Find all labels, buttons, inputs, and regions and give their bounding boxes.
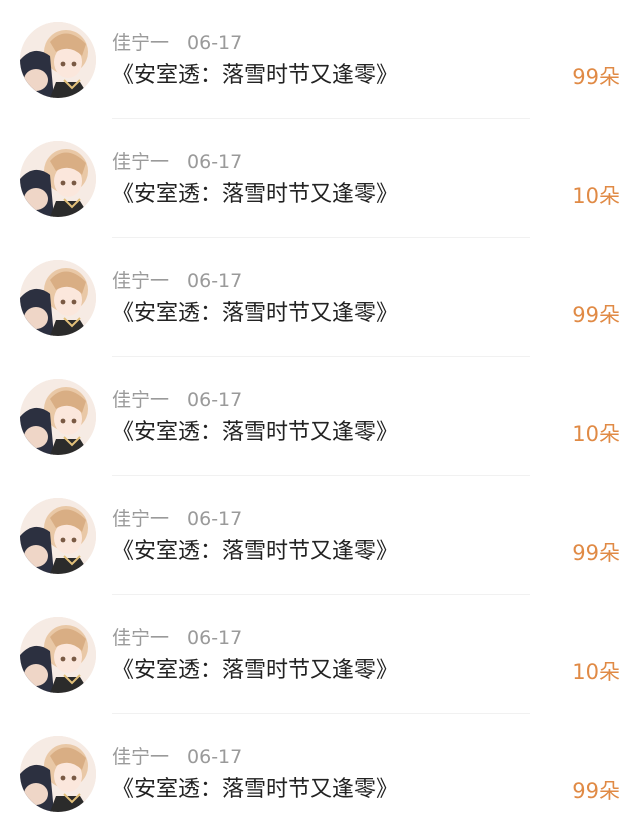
- item-title[interactable]: 《安室透：落雪时节又逢零》: [112, 298, 398, 330]
- list-item[interactable]: 佳宁一 06-17 《安室透：落雪时节又逢零》 99朵: [0, 476, 640, 595]
- item-title[interactable]: 《安室透：落雪时节又逢零》: [112, 774, 398, 806]
- item-meta: 佳宁一 06-17: [112, 149, 242, 175]
- avatar[interactable]: [20, 498, 96, 574]
- item-meta: 佳宁一 06-17: [112, 268, 242, 294]
- gift-count: 99朵: [572, 779, 620, 803]
- item-date: 06-17: [187, 627, 243, 649]
- user-name[interactable]: 佳宁一: [112, 746, 169, 768]
- item-date: 06-17: [187, 270, 243, 292]
- item-meta: 佳宁一 06-17: [112, 387, 242, 413]
- avatar-anime-icon: [20, 736, 96, 812]
- list-item[interactable]: 佳宁一 06-17 《安室透：落雪时节又逢零》 99朵: [0, 714, 640, 833]
- item-meta: 佳宁一 06-17: [112, 625, 242, 651]
- avatar-anime-icon: [20, 498, 96, 574]
- list-item[interactable]: 佳宁一 06-17 《安室透：落雪时节又逢零》 10朵: [0, 119, 640, 238]
- list-item[interactable]: 佳宁一 06-17 《安室透：落雪时节又逢零》 10朵: [0, 357, 640, 476]
- item-meta: 佳宁一 06-17: [112, 506, 242, 532]
- user-name[interactable]: 佳宁一: [112, 32, 169, 54]
- avatar[interactable]: [20, 22, 96, 98]
- avatar-anime-icon: [20, 260, 96, 336]
- gift-list: 佳宁一 06-17 《安室透：落雪时节又逢零》 99朵 佳宁一 06-17 《安室透…: [0, 0, 640, 837]
- gift-count: 10朵: [572, 184, 620, 208]
- item-date: 06-17: [187, 32, 243, 54]
- item-date: 06-17: [187, 151, 243, 173]
- list-item[interactable]: 佳宁一 06-17 《安室透：落雪时节又逢零》 99朵: [0, 238, 640, 357]
- gift-count: 10朵: [572, 422, 620, 446]
- gift-count: 99朵: [572, 65, 620, 89]
- avatar[interactable]: [20, 617, 96, 693]
- avatar[interactable]: [20, 736, 96, 812]
- user-name[interactable]: 佳宁一: [112, 151, 169, 173]
- item-meta: 佳宁一 06-17: [112, 744, 242, 770]
- avatar[interactable]: [20, 379, 96, 455]
- list-item[interactable]: 佳宁一 06-17 《安室透：落雪时节又逢零》 99朵: [0, 0, 640, 119]
- avatar-anime-icon: [20, 379, 96, 455]
- item-title[interactable]: 《安室透：落雪时节又逢零》: [112, 179, 398, 211]
- user-name[interactable]: 佳宁一: [112, 508, 169, 530]
- item-meta: 佳宁一 06-17: [112, 30, 242, 56]
- gift-count: 99朵: [572, 541, 620, 565]
- avatar[interactable]: [20, 260, 96, 336]
- item-date: 06-17: [187, 389, 243, 411]
- user-name[interactable]: 佳宁一: [112, 627, 169, 649]
- avatar-anime-icon: [20, 22, 96, 98]
- item-title[interactable]: 《安室透：落雪时节又逢零》: [112, 60, 398, 92]
- item-title[interactable]: 《安室透：落雪时节又逢零》: [112, 655, 398, 687]
- gift-count: 99朵: [572, 303, 620, 327]
- avatar-anime-icon: [20, 141, 96, 217]
- item-date: 06-17: [187, 508, 243, 530]
- user-name[interactable]: 佳宁一: [112, 389, 169, 411]
- item-title[interactable]: 《安室透：落雪时节又逢零》: [112, 417, 398, 449]
- item-date: 06-17: [187, 746, 243, 768]
- avatar-anime-icon: [20, 617, 96, 693]
- list-item[interactable]: 佳宁一 06-17 《安室透：落雪时节又逢零》 10朵: [0, 595, 640, 714]
- user-name[interactable]: 佳宁一: [112, 270, 169, 292]
- item-title[interactable]: 《安室透：落雪时节又逢零》: [112, 536, 398, 568]
- gift-count: 10朵: [572, 660, 620, 684]
- avatar[interactable]: [20, 141, 96, 217]
